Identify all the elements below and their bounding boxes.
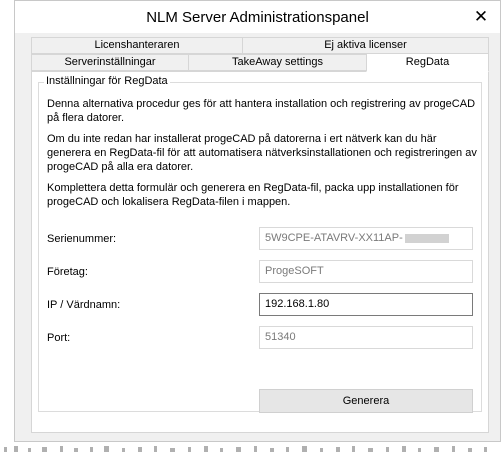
regdata-settings-group: Inställningar för RegData Denna alternat…: [38, 75, 482, 413]
generate-button[interactable]: Generera: [259, 389, 473, 413]
instruction-paragraph: Om du inte redan har installerat progeCA…: [47, 133, 477, 173]
close-icon[interactable]: ✕: [470, 6, 492, 28]
ip-label: IP / Värdnamn:: [47, 299, 121, 311]
ip-field[interactable]: 192.168.1.80: [259, 293, 473, 316]
group-legend: Inställningar för RegData: [44, 75, 170, 87]
tab-serverinstallningar[interactable]: Serverinställningar: [31, 54, 189, 71]
complete-form-paragraph: Komplettera detta formulär och generera …: [47, 182, 459, 208]
window-title: NLM Server Administrationspanel: [146, 9, 369, 26]
company-label: Företag:: [47, 266, 88, 278]
intro-paragraph: Denna alternativa procedur ges för att h…: [47, 98, 476, 124]
serial-value: 5W9CPE-ATAVRV-XX11AP-: [265, 232, 403, 244]
background-strip: [0, 443, 501, 455]
company-field[interactable]: ProgeSOFT: [259, 260, 473, 283]
tab-takeaway-settings[interactable]: TakeAway settings: [188, 54, 367, 71]
tab-regdata[interactable]: RegData: [366, 53, 489, 72]
port-label: Port:: [47, 332, 71, 344]
serial-label: Serienummer:: [47, 233, 117, 245]
title-bar: NLM Server Administrationspanel ✕: [15, 1, 500, 33]
serial-field[interactable]: 5W9CPE-ATAVRV-XX11AP-: [259, 227, 473, 250]
admin-panel-dialog: NLM Server Administrationspanel ✕ Licens…: [14, 0, 501, 442]
tab-licenshanteraren[interactable]: Licenshanteraren: [31, 37, 243, 54]
serial-redacted-block: [404, 233, 449, 243]
port-field[interactable]: 51340: [259, 326, 473, 349]
tab-ej-aktiva-licenser[interactable]: Ej aktiva licenser: [242, 37, 489, 54]
regdata-panel: Inställningar för RegData Denna alternat…: [31, 71, 489, 433]
